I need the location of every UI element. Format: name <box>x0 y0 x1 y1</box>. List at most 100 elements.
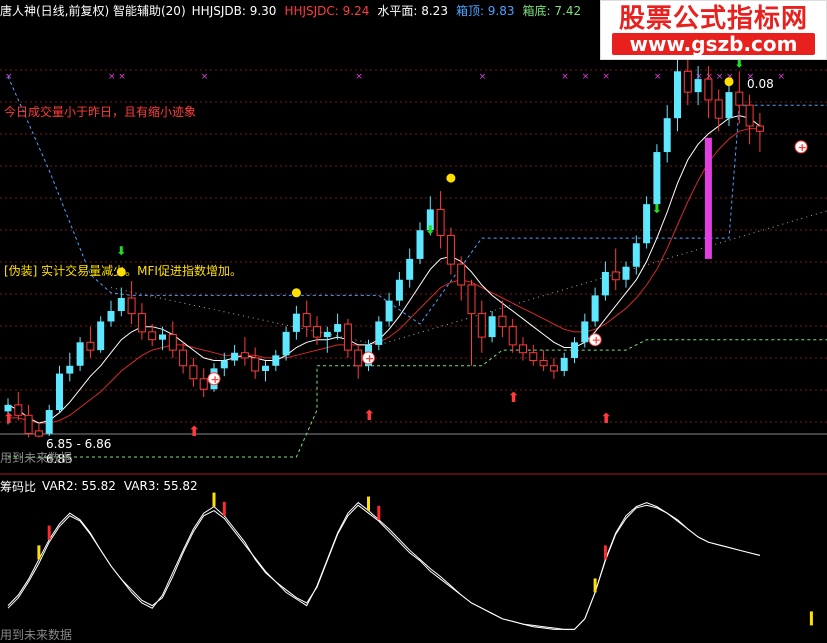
candle-body-down <box>714 99 723 119</box>
candle-body-up <box>488 316 496 338</box>
candle-body-up <box>725 92 733 119</box>
candle-body-down <box>189 365 198 380</box>
top-marker: × <box>5 72 13 82</box>
candle-body-down <box>549 365 558 372</box>
down-arrow: ⬇ <box>652 202 662 216</box>
candle-body-down <box>354 349 363 367</box>
candle-body-down <box>199 378 208 390</box>
future-data-watermark-lower: 用到未来数据 <box>0 628 73 642</box>
candle-body-down <box>467 284 476 315</box>
watermark-url: www.gszb.com <box>611 33 816 55</box>
up-arrow: ⬆ <box>364 408 376 424</box>
top-marker: × <box>602 72 610 82</box>
candle-body-down <box>240 352 249 359</box>
candle-body-down <box>539 360 548 367</box>
candle-body-up <box>653 152 661 205</box>
candle-body-up <box>97 321 105 351</box>
candle-body-down <box>745 104 754 127</box>
peak-label: 0.08 <box>747 77 774 91</box>
candle-body-up <box>66 365 74 374</box>
up-arrow: ⬆ <box>188 424 200 440</box>
up-arrow: ⬆ <box>3 411 15 427</box>
candle-body-down <box>14 404 23 416</box>
top-marker: × <box>355 72 363 82</box>
up-arrow: ⬆ <box>600 411 612 427</box>
candle-body-up <box>45 410 53 434</box>
header-value-1: HHJSJDC: 9.24 <box>284 3 370 18</box>
candle-body-down <box>168 333 177 351</box>
candle-body-up <box>694 79 702 93</box>
candle-body-down <box>704 78 713 101</box>
candle-body-up <box>385 300 393 322</box>
buy-cross: + <box>211 373 220 386</box>
candle-body-up <box>117 298 125 312</box>
candle-body-down <box>683 70 692 93</box>
header-bar: 唐人神(日线,前复权) 智能辅助(20) HHJSJDB: 9.30 HHJSJD… <box>0 1 589 19</box>
down-arrow: ⬇ <box>425 223 435 237</box>
lower-header-values: VAR2: 55.82 VAR3: 55.82 <box>42 479 206 493</box>
candle-body-down <box>251 357 260 372</box>
yellow-annotation: [伪装] 实计交易量减少。MFI促进指数增加。 <box>4 264 242 278</box>
watermark-title: 股票公式指标网 <box>618 4 808 34</box>
indicator-name: 筹码比 <box>0 479 37 494</box>
candle-body-up <box>601 271 609 296</box>
candle-body-down <box>86 341 95 351</box>
candle-body-up <box>56 373 63 411</box>
peak-dot <box>724 77 734 87</box>
buy-cross: + <box>798 141 807 154</box>
top-marker: × <box>108 72 116 82</box>
top-marker: × <box>479 72 487 82</box>
candle-body-down <box>24 414 33 435</box>
price-chart: ××××××××××××××××××++++⬆⬆⬆⬆⬆⬇⬇⬇⬇☥ <box>0 45 827 630</box>
header-value-2: 水平面: 8.23 <box>377 3 448 18</box>
buy-cross: + <box>365 352 374 365</box>
buy-cross: + <box>592 334 601 347</box>
candle-body-up <box>632 243 640 267</box>
lower-header-bar: 筹码比 VAR2: 55.82 VAR3: 55.82 <box>0 477 206 495</box>
candle-body-up <box>231 352 239 361</box>
lower-value-0: VAR2: 55.82 <box>42 479 116 493</box>
candle-body-down <box>735 91 744 106</box>
header-value-4: 箱底: 7.42 <box>522 3 582 18</box>
candle-body-up <box>674 71 681 119</box>
candle-body-up <box>571 342 578 358</box>
header-value-3: 箱顶: 9.83 <box>455 3 515 18</box>
top-marker: × <box>561 72 569 82</box>
candle-body-down <box>446 234 455 265</box>
candle-body-down <box>457 263 466 286</box>
candle-body-down <box>611 271 620 281</box>
stock-name: 唐人神(日线,前复权) 智能辅助(20) <box>0 3 186 18</box>
magenta-bar <box>704 137 712 259</box>
candle-body-up <box>262 365 269 371</box>
candle-body-down <box>477 313 486 338</box>
candle-body-up <box>643 204 651 244</box>
candle-body-down <box>313 326 321 338</box>
candle-body-down <box>519 344 527 354</box>
future-data-watermark-upper: 用到未来数据 <box>0 451 73 465</box>
peak-dot <box>291 288 301 298</box>
candle-body-up <box>323 331 331 338</box>
candle-body-down <box>137 313 146 333</box>
candle-body-up <box>406 258 414 280</box>
candle-body-up <box>395 279 403 301</box>
peak-dot <box>446 173 456 183</box>
candle-body-down <box>529 352 538 362</box>
var2-line <box>7 501 761 630</box>
candle-body-down <box>34 430 43 437</box>
lower-value-1: VAR3: 55.82 <box>123 479 198 493</box>
candle-body-up <box>560 357 568 371</box>
top-marker: × <box>654 72 662 82</box>
candle-body-up <box>292 313 300 332</box>
top-marker: × <box>582 72 590 82</box>
candle-body-up <box>76 342 84 366</box>
candle-body-up <box>622 266 630 280</box>
top-marker: × <box>201 72 209 82</box>
candle-body-up <box>375 321 383 345</box>
candle-body-down <box>127 297 136 315</box>
candle-body-down <box>148 331 157 341</box>
candle-body-up <box>272 355 280 366</box>
candle-body-up <box>282 331 290 356</box>
candle-body-up <box>416 230 424 259</box>
watermark-logo[interactable]: 股票公式指标网 www.gszb.com <box>600 0 827 60</box>
candle-body-up <box>581 321 589 343</box>
